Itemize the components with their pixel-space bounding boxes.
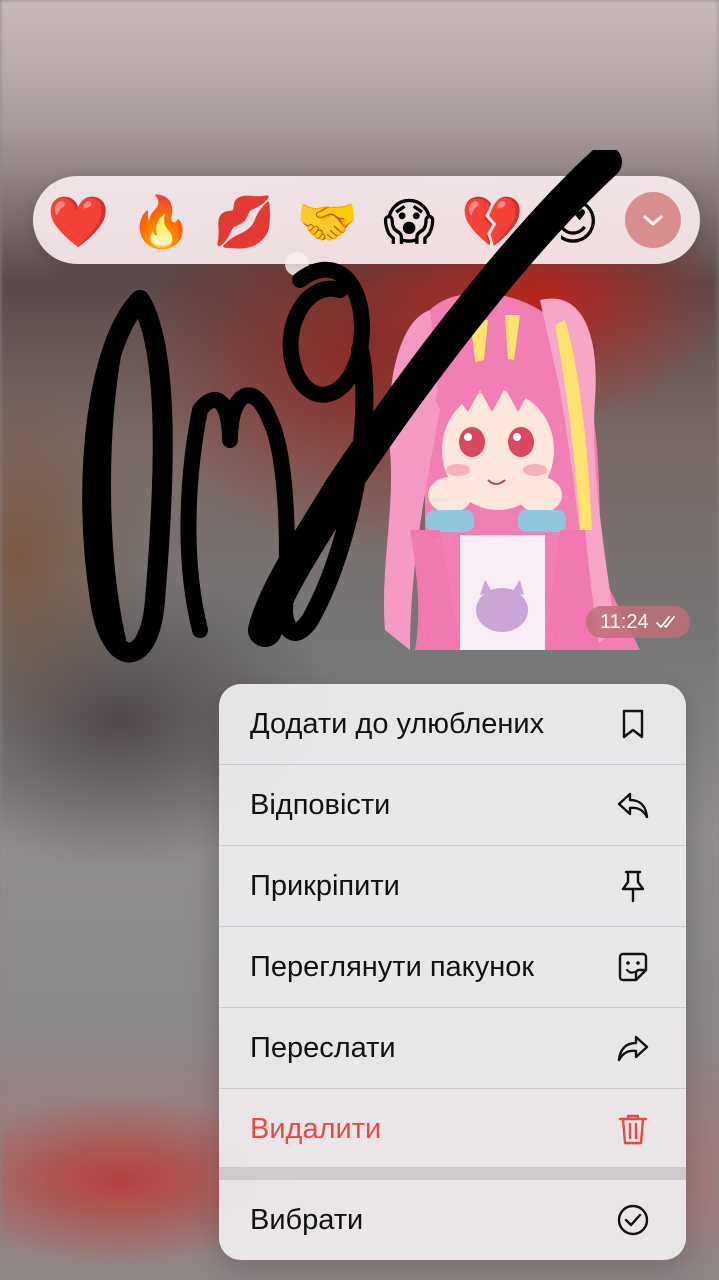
menu-separator [219, 1167, 686, 1180]
bookmark-icon [622, 709, 644, 739]
forward-icon [617, 1035, 649, 1062]
menu-item-label: Переглянути пакунок [250, 951, 535, 983]
menu-item-label: Прикріпити [250, 870, 400, 902]
menu-item-label: Переслати [250, 1032, 396, 1064]
menu-item-add-to-favorites[interactable]: Додати до улюблених [219, 684, 686, 765]
message-time-badge: 11:24 [586, 606, 690, 638]
menu-item-forward[interactable]: Переслати [219, 1008, 686, 1089]
message-context-menu: Додати до улюблених Відповісти Прикріпит… [219, 684, 686, 1260]
menu-item-select[interactable]: Вибрати [219, 1180, 686, 1260]
check-circle-icon [617, 1204, 649, 1236]
reply-icon [617, 792, 649, 819]
trash-icon [618, 1114, 648, 1145]
double-check-icon [656, 616, 675, 628]
menu-item-label: Вибрати [250, 1204, 364, 1236]
menu-item-pin[interactable]: Прикріпити [219, 846, 686, 927]
sticker-pack-icon [618, 952, 648, 982]
menu-item-view-pack[interactable]: Переглянути пакунок [219, 927, 686, 1008]
menu-item-label: Відповісти [250, 789, 391, 821]
menu-item-label: Видалити [250, 1113, 382, 1145]
menu-item-label: Додати до улюблених [250, 708, 545, 740]
menu-item-delete[interactable]: Видалити [219, 1089, 686, 1167]
pin-icon [621, 870, 645, 903]
menu-item-reply[interactable]: Відповісти [219, 765, 686, 846]
message-time: 11:24 [600, 611, 649, 633]
